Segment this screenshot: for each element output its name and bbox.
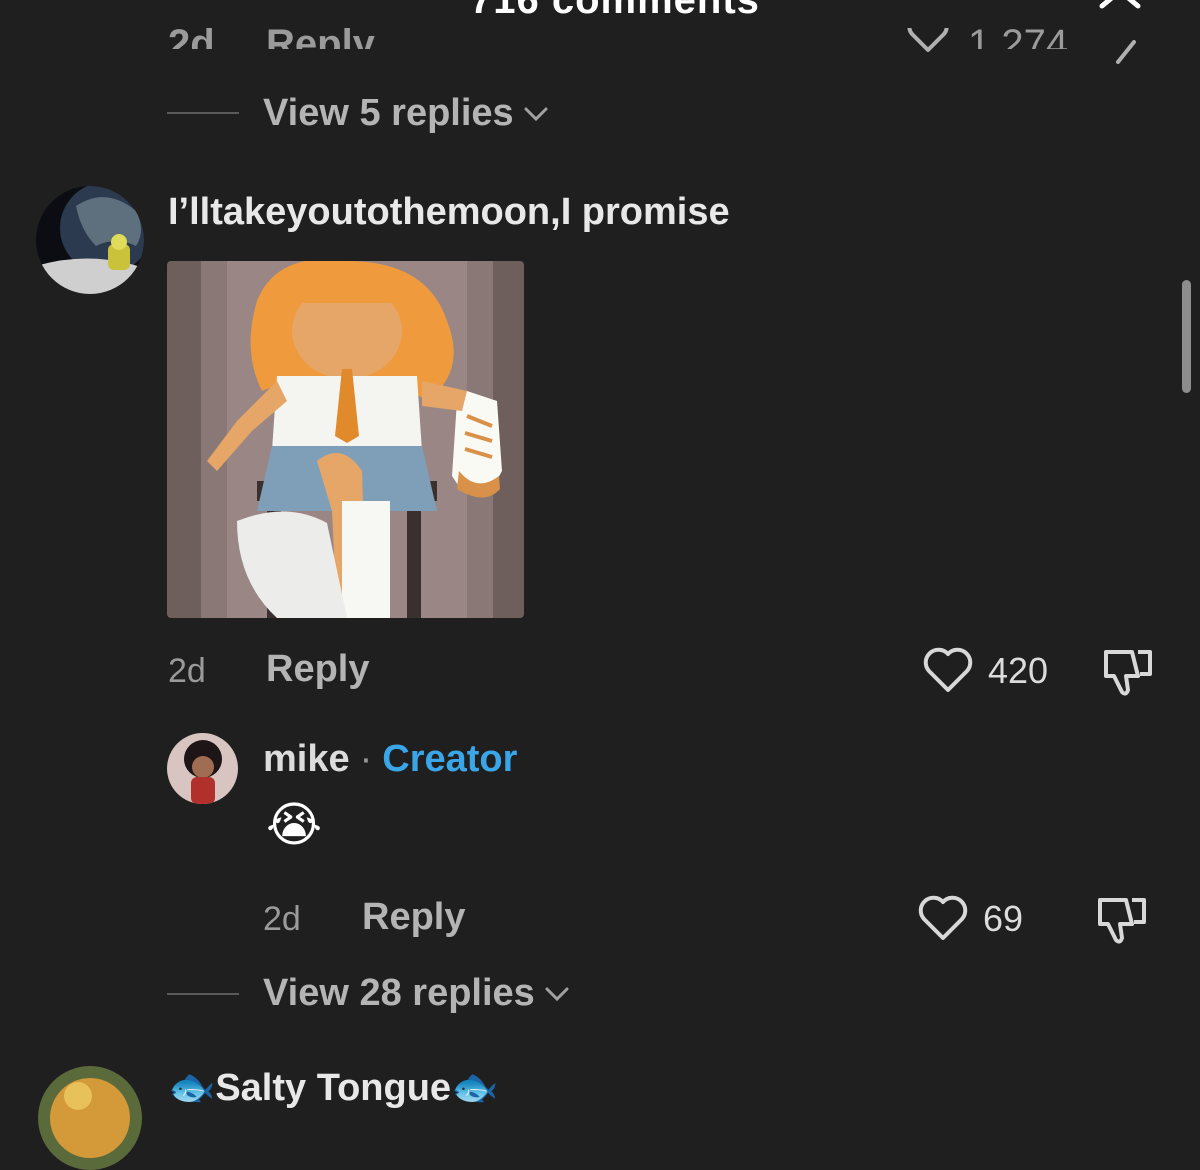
view-more-replies-button[interactable]: View 28 replies: [263, 972, 571, 1015]
comment-author[interactable]: I’lltakeyoutothemoon,I promise: [168, 191, 730, 234]
avatar[interactable]: [38, 1066, 142, 1170]
reply-author-name[interactable]: mike: [263, 738, 350, 781]
dislike-icon[interactable]: [1102, 646, 1154, 698]
heart-icon[interactable]: [922, 646, 974, 694]
comment-reply-button[interactable]: Reply: [266, 648, 369, 691]
comments-header-title: 716 comments: [470, 0, 760, 22]
next-comment-author[interactable]: 🐟Salty Tongue🐟: [168, 1066, 498, 1110]
heart-icon[interactable]: [906, 28, 950, 60]
prev-comment-like-count: 1,274: [968, 22, 1069, 66]
comment-image[interactable]: [167, 261, 524, 618]
prev-comment-reply-button[interactable]: Reply: [266, 22, 375, 49]
scrollbar[interactable]: [1182, 280, 1191, 393]
reply-text: 😭: [266, 799, 323, 852]
chevron-down-icon: [524, 107, 548, 121]
prev-comment-date: 2d: [168, 22, 215, 66]
avatar[interactable]: [167, 733, 238, 804]
view-replies-label: View 5 replies: [263, 92, 514, 134]
view-replies-button[interactable]: View 5 replies: [263, 92, 550, 135]
reply-like-count: 69: [983, 898, 1024, 939]
thread-line: [167, 112, 239, 114]
separator-dot: ·: [359, 738, 373, 780]
close-icon[interactable]: [1098, 0, 1146, 12]
comment-like-count: 420: [988, 650, 1049, 691]
view-more-replies-label: View 28 replies: [263, 972, 535, 1014]
reply-reply-button[interactable]: Reply: [362, 896, 465, 939]
comment-date: 2d: [168, 652, 206, 690]
reply-author: mike · Creator: [263, 738, 517, 781]
thread-line: [167, 993, 239, 995]
creator-badge: Creator: [382, 738, 518, 780]
chevron-down-icon: [545, 987, 569, 1001]
heart-icon[interactable]: [917, 894, 969, 942]
dislike-icon[interactable]: [1112, 34, 1148, 64]
avatar[interactable]: [36, 186, 144, 294]
dislike-icon[interactable]: [1096, 894, 1148, 946]
reply-date: 2d: [263, 900, 301, 938]
